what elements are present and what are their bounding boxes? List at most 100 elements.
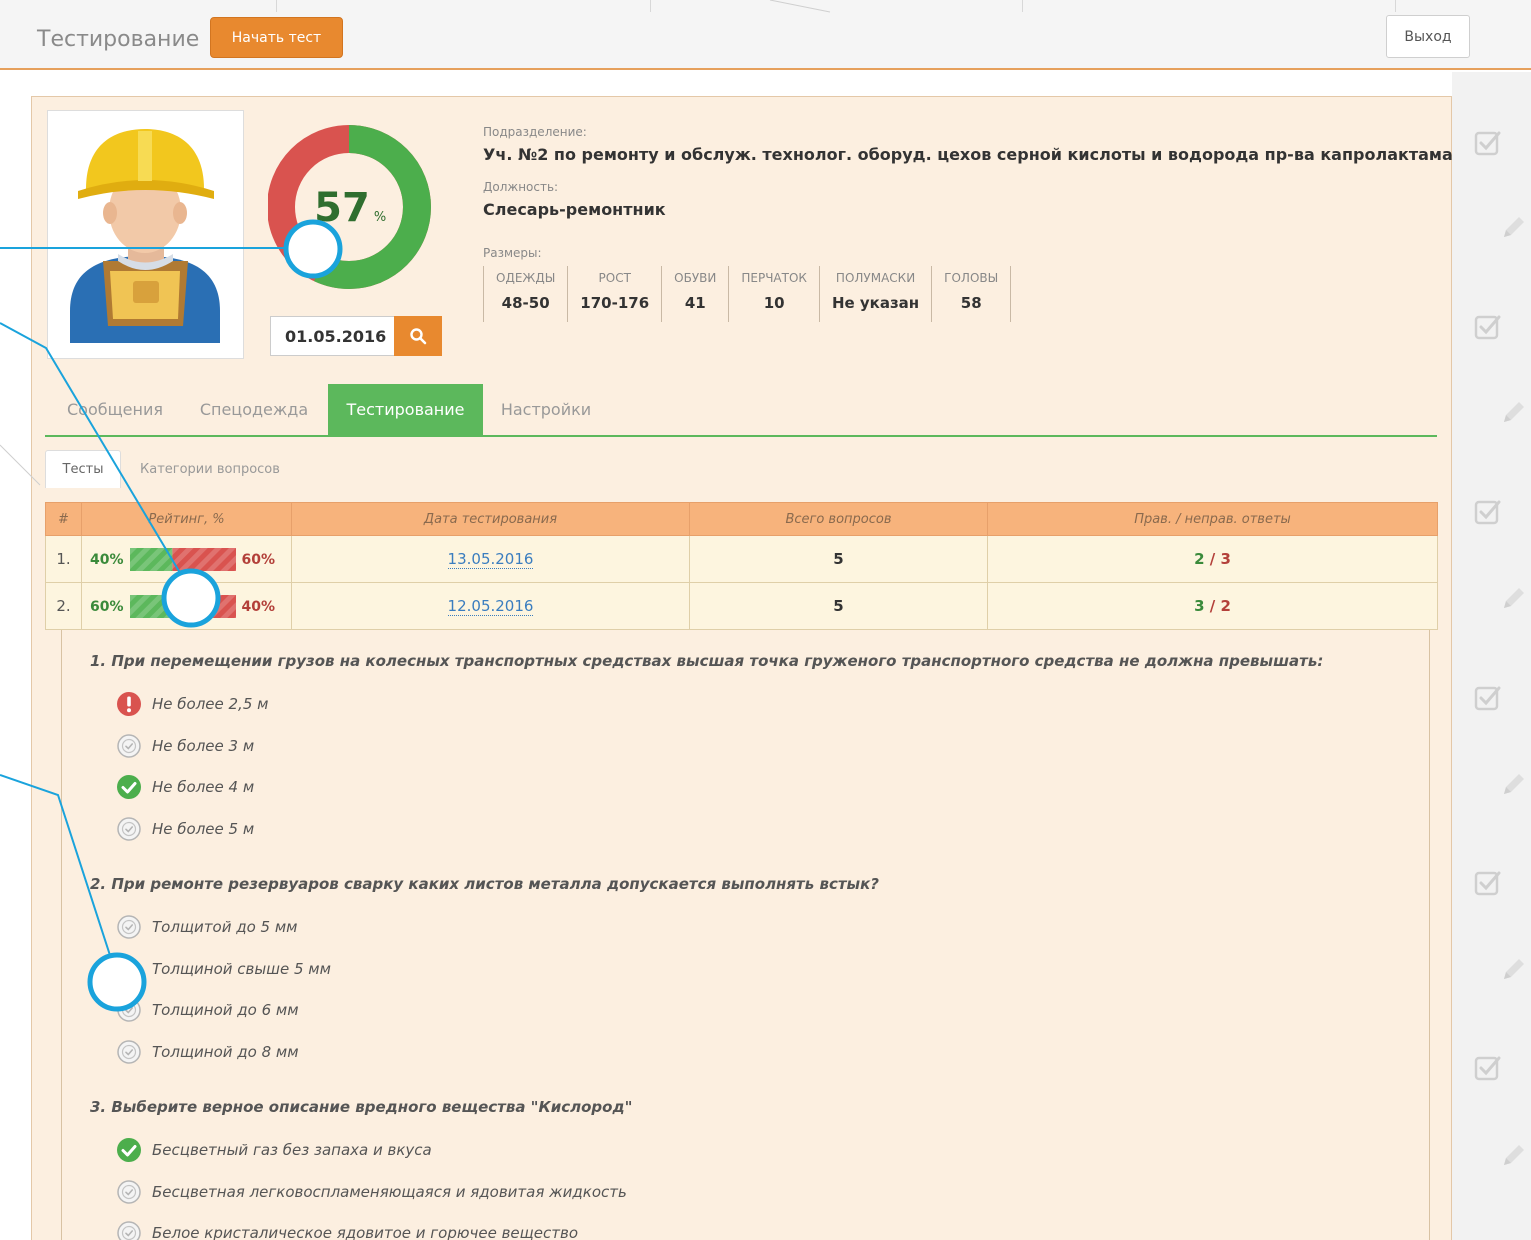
answer-text: Толщитой до 5 мм bbox=[152, 918, 298, 936]
tab-settings[interactable]: Настройки bbox=[490, 384, 602, 435]
checkbox-icon[interactable] bbox=[1473, 1053, 1503, 1083]
answer-option: Белое кристалическое ядовитое и горючее … bbox=[116, 1220, 578, 1240]
check-circle-icon bbox=[117, 775, 141, 799]
checkbox-icon[interactable] bbox=[1473, 128, 1503, 158]
checkbox-icon[interactable] bbox=[1473, 312, 1503, 342]
answer-option: Толщиной до 6 мм bbox=[116, 997, 299, 1023]
pencil-icon[interactable] bbox=[1500, 1141, 1528, 1169]
rating-correct-percent: 40% bbox=[90, 551, 124, 568]
size-halfmask: ПОЛУМАСКИ Не указан bbox=[820, 266, 933, 322]
col-header-answers: Прав. / неправ. ответы bbox=[987, 502, 1438, 536]
rating-wrong-percent: 40% bbox=[241, 598, 276, 615]
tab-workwear[interactable]: Спецодежда bbox=[188, 384, 320, 435]
size-value: 41 bbox=[684, 294, 706, 312]
answer-text: Не более 2,5 м bbox=[152, 695, 269, 713]
pencil-icon[interactable] bbox=[1500, 213, 1528, 241]
size-label: ОДЕЖДЫ bbox=[496, 271, 556, 285]
rating-bar bbox=[129, 594, 236, 618]
score-donut-svg: 57 % bbox=[267, 125, 431, 289]
table-row[interactable]: 2. 60% 40% 12.05.2016 5 3 / 2 bbox=[45, 582, 1438, 630]
pencil-icon[interactable] bbox=[1500, 584, 1528, 612]
search-button[interactable] bbox=[394, 316, 442, 356]
answer-option: Толщитой до 5 мм bbox=[116, 914, 298, 940]
tab-testing[interactable]: Тестирование bbox=[328, 384, 483, 435]
circle-check-outline-icon bbox=[117, 915, 141, 939]
circle-check-outline-icon bbox=[117, 998, 141, 1022]
answer-text: Бесцветная легковоспламеняющаяся и ядови… bbox=[152, 1183, 627, 1201]
search-icon bbox=[410, 328, 427, 345]
test-date-cell: 13.05.2016 bbox=[291, 535, 690, 583]
answer-option: Толщиной свыше 5 мм bbox=[116, 956, 331, 982]
answer-text: Не более 3 м bbox=[152, 737, 255, 755]
size-head: ГОЛОВЫ 58 bbox=[932, 266, 1012, 322]
size-label: РОСТ bbox=[598, 271, 631, 285]
test-date-cell: 12.05.2016 bbox=[291, 582, 690, 630]
avatar bbox=[47, 110, 244, 359]
checkbox-icon[interactable] bbox=[1473, 868, 1503, 898]
test-date-link[interactable]: 13.05.2016 bbox=[447, 550, 534, 569]
answer-option: Не более 2,5 м bbox=[116, 691, 268, 717]
col-header-total: Всего вопросов bbox=[689, 502, 988, 536]
divider bbox=[276, 0, 277, 12]
top-bar: Тестирование Начать тест Выход bbox=[0, 0, 1531, 70]
size-shoes: ОБУВИ 41 bbox=[662, 266, 730, 322]
answer-text: Не более 4 м bbox=[152, 778, 255, 796]
start-test-button[interactable]: Начать тест bbox=[210, 17, 343, 58]
rating-wrong-percent: 60% bbox=[241, 551, 276, 568]
correct-count: 2 bbox=[1194, 550, 1205, 568]
position-value: Слесарь-ремонтник bbox=[483, 200, 666, 219]
table-row[interactable]: 1. 40% 60% 13.05.2016 5 2 / 3 bbox=[45, 535, 1438, 583]
size-label: ГОЛОВЫ bbox=[944, 271, 999, 285]
correct-count: 3 bbox=[1194, 597, 1205, 615]
answer-option: Не более 4 м bbox=[116, 774, 254, 800]
rating-bar bbox=[129, 547, 236, 571]
checkbox-icon[interactable] bbox=[1473, 683, 1503, 713]
total-questions: 5 bbox=[689, 582, 988, 630]
subtab-tests[interactable]: Тесты bbox=[45, 450, 121, 488]
department-label: Подразделение: bbox=[483, 125, 587, 139]
size-height: РОСТ 170-176 bbox=[568, 266, 663, 322]
wrong-count: 3 bbox=[1220, 550, 1231, 568]
row-number: 2. bbox=[45, 582, 82, 630]
size-clothes: ОДЕЖДЫ 48-50 bbox=[484, 266, 569, 322]
exit-button[interactable]: Выход bbox=[1386, 15, 1470, 58]
sizes-table: ОДЕЖДЫ 48-50 РОСТ 170-176 ОБУВИ 41 ПЕРЧА… bbox=[483, 266, 1012, 322]
pencil-icon[interactable] bbox=[1500, 398, 1528, 426]
table-header-row: # Рейтинг, % Дата тестирования Всего воп… bbox=[45, 502, 1438, 536]
answer-option: Не более 3 м bbox=[116, 733, 254, 759]
divider bbox=[650, 0, 651, 12]
date-filter-input[interactable]: 01.05.2016 bbox=[270, 316, 394, 356]
answer-text: Не более 5 м bbox=[152, 820, 255, 838]
answer-text: Толщиной свыше 5 мм bbox=[152, 960, 331, 978]
answer-option: Бесцветный газ без запаха и вкуса bbox=[116, 1137, 432, 1163]
circle-check-outline-icon bbox=[117, 1221, 141, 1240]
checkbox-icon[interactable] bbox=[1473, 497, 1503, 527]
answers-cell: 3 / 2 bbox=[987, 582, 1438, 630]
score-separator: / bbox=[1204, 597, 1221, 615]
size-label: ОБУВИ bbox=[674, 271, 717, 285]
worker-avatar-icon bbox=[70, 129, 220, 343]
rating-cell: 60% 40% bbox=[81, 582, 292, 630]
tab-messages[interactable]: Сообщения bbox=[45, 384, 185, 435]
main-tabs: Сообщения Спецодежда Тестирование Настро… bbox=[45, 384, 1437, 437]
answer-text: Белое кристалическое ядовитое и горючее … bbox=[152, 1224, 579, 1240]
score-separator: / bbox=[1204, 550, 1221, 568]
wrong-count: 2 bbox=[1220, 597, 1231, 615]
answers-cell: 2 / 3 bbox=[987, 535, 1438, 583]
size-gloves: ПЕРЧАТОК 10 bbox=[729, 266, 820, 322]
pencil-icon[interactable] bbox=[1500, 955, 1528, 983]
divider bbox=[1395, 0, 1396, 12]
app-title: Тестирование bbox=[37, 27, 200, 52]
rating-cell: 40% 60% bbox=[81, 535, 292, 583]
circle-check-outline-icon bbox=[117, 957, 141, 981]
score-unit: % bbox=[374, 210, 386, 225]
divider bbox=[1022, 0, 1023, 12]
circle-check-outline-icon bbox=[117, 734, 141, 758]
subtab-question-categories[interactable]: Категории вопросов bbox=[140, 450, 320, 488]
exclamation-circle-icon bbox=[117, 692, 141, 716]
pencil-icon[interactable] bbox=[1500, 770, 1528, 798]
circle-check-outline-icon bbox=[117, 1180, 141, 1204]
test-date-link[interactable]: 12.05.2016 bbox=[447, 597, 534, 616]
col-header-rating: Рейтинг, % bbox=[81, 502, 292, 536]
circle-check-outline-icon bbox=[117, 817, 141, 841]
